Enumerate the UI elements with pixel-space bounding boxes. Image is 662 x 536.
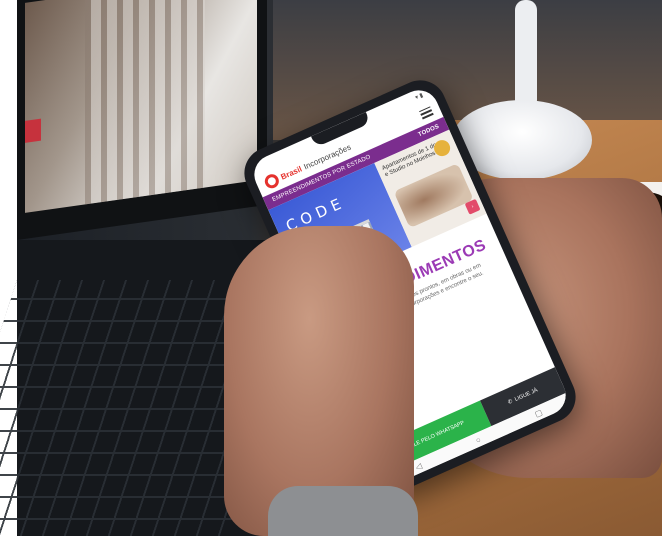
laptop-display (25, 0, 257, 213)
status-icons: ▾ ▮ (414, 92, 424, 101)
phone-call-icon: ✆ (507, 398, 514, 406)
shirt-sleeve (268, 486, 418, 536)
hamburger-menu-icon[interactable] (418, 105, 434, 120)
call-label: LIGUE JÁ (514, 387, 539, 403)
background-wall (250, 0, 662, 140)
nav-recents-icon[interactable]: ▢ (533, 407, 544, 418)
nav-back-icon[interactable]: ◁ (414, 461, 423, 472)
nav-home-icon[interactable]: ○ (474, 435, 482, 445)
laptop-building-image (85, 0, 205, 205)
banner-cta-button[interactable]: › (464, 198, 481, 215)
brand-ring-icon (262, 171, 282, 191)
banner-people-photo (393, 163, 474, 229)
laptop-red-accent (25, 118, 41, 143)
photo-scene: ▾ ▮ Brasil Incorporações EMPREENDIMENTOS … (0, 0, 662, 536)
laptop-screen (17, 0, 273, 240)
lamp-arm (515, 0, 537, 110)
brand-prefix: Brasil (279, 163, 304, 182)
